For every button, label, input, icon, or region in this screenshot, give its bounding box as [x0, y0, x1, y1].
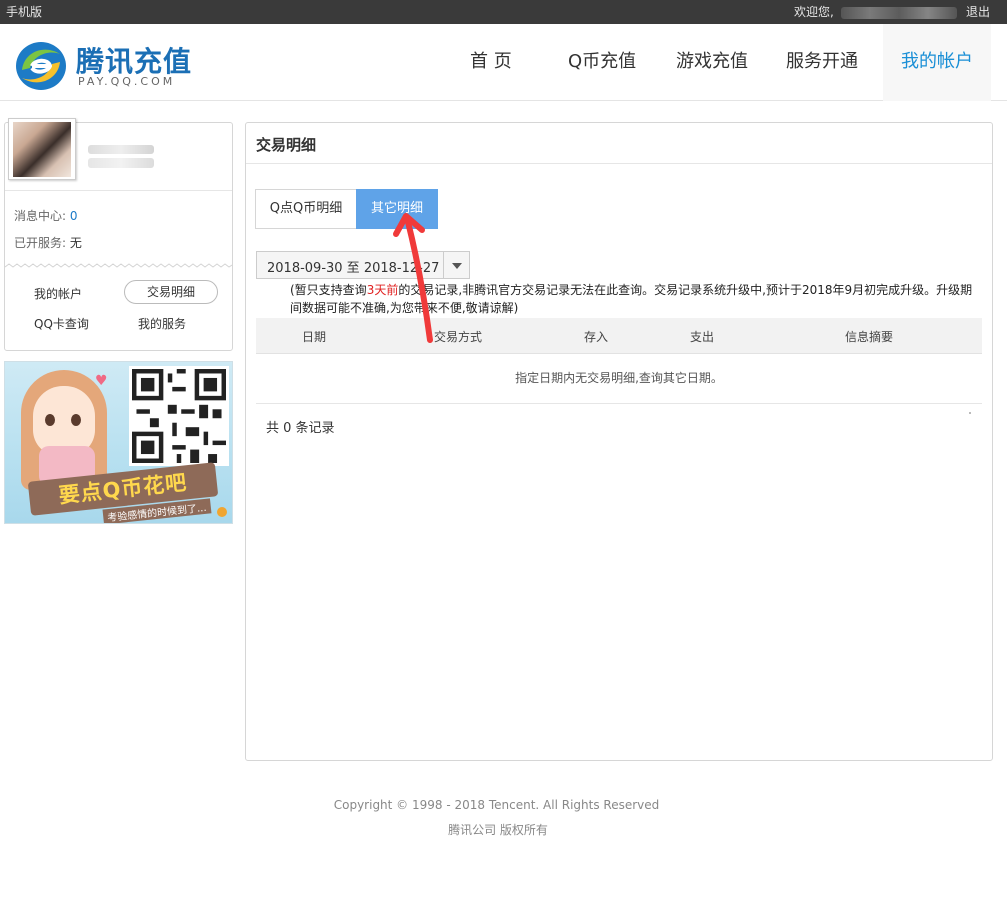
username-blurred: [841, 7, 957, 19]
footer-copyright: Copyright © 1998 - 2018 Tencent. All Rig…: [333, 798, 660, 812]
banner-eye: [71, 414, 81, 426]
message-center-row: 消息中心: 0: [14, 207, 78, 224]
services-label: 已开服务:: [14, 236, 67, 250]
banner-eye: [45, 414, 55, 426]
nickname-blurred: [88, 145, 154, 154]
divider: [246, 163, 992, 164]
sidebar-item-my-services[interactable]: 我的服务: [138, 315, 186, 332]
promo-banner[interactable]: ♥ 要点Q币花吧 考验感情的时候到了...: [4, 361, 233, 524]
message-center-label: 消息中心:: [14, 209, 67, 223]
divider: [5, 190, 232, 191]
page-title: 交易明细: [256, 136, 317, 154]
nav-home[interactable]: 首 页: [470, 24, 512, 101]
column-header-date: 日期: [302, 330, 327, 344]
qr-code-icon: [129, 366, 229, 466]
logo-title[interactable]: 腾讯充值: [76, 40, 192, 80]
banner-dot-icon: [217, 507, 227, 517]
column-header-expense: 支出: [690, 330, 715, 344]
sidebar-item-transactions[interactable]: 交易明细: [124, 280, 218, 304]
top-bar: 手机版 欢迎您, 退出: [0, 0, 1007, 24]
record-count: 共 0 条记录: [266, 421, 335, 436]
decorative-dot: [969, 412, 971, 414]
tab-qpoint-qcoin-details[interactable]: Q点Q币明细: [255, 189, 357, 229]
welcome-text: 欢迎您,: [794, 5, 834, 19]
sidebar-item-qq-card-query[interactable]: QQ卡查询: [34, 315, 89, 332]
tencent-pay-logo-icon[interactable]: [14, 40, 68, 92]
nav-my-account[interactable]: 我的帐户: [883, 24, 991, 101]
zigzag-divider: [5, 263, 232, 268]
nav-service-activation[interactable]: 服务开通: [786, 24, 858, 101]
column-header-summary: 信息摘要: [845, 330, 894, 344]
table-header: 日期 交易方式 存入 支出 信息摘要: [256, 318, 982, 354]
services-value: 无: [69, 236, 82, 250]
nav-game-recharge[interactable]: 游戏充值: [676, 24, 748, 101]
nav-qcoin-recharge[interactable]: Q币充值: [568, 24, 636, 101]
red-arrow-annotation-icon: [393, 213, 433, 343]
sidebar-item-my-account[interactable]: 我的帐户: [34, 285, 82, 302]
notice-prefix: (暂只支持查询: [290, 283, 367, 297]
header: 腾讯充值 PAY.QQ.COM 首 页 Q币充值 游戏充值 服务开通 我的帐户: [0, 24, 1007, 101]
logo-subtitle: PAY.QQ.COM: [78, 75, 176, 88]
services-row: 已开服务: 无: [14, 234, 82, 251]
logout-link[interactable]: 退出: [966, 0, 990, 24]
avatar[interactable]: [8, 118, 76, 180]
qq-number-blurred: [88, 158, 154, 168]
footer-company: 腾讯公司 版权所有: [448, 823, 548, 837]
avatar-image: [13, 122, 71, 177]
heart-icon: ♥: [95, 373, 108, 389]
mobile-version-link[interactable]: 手机版: [6, 0, 42, 24]
empty-table-message: 指定日期内无交易明细,查询其它日期。: [256, 354, 982, 404]
message-center-count[interactable]: 0: [70, 209, 78, 223]
column-header-deposit: 存入: [584, 330, 609, 344]
